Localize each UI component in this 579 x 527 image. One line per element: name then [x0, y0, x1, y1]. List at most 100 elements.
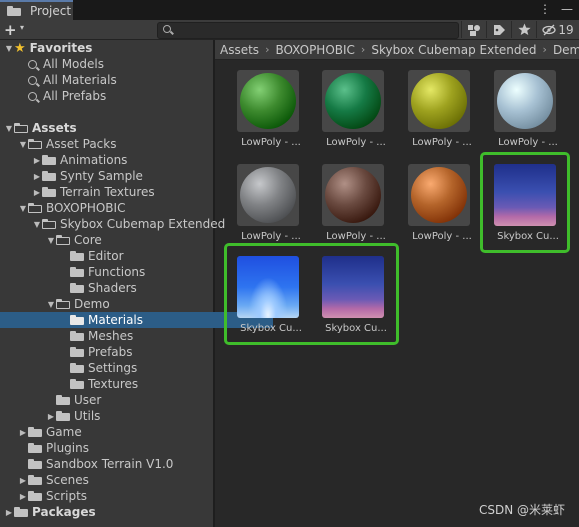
asset-grid: LowPoly - ... LowPoly - ... LowPoly - ... L… [215, 60, 579, 527]
folder-open-icon [28, 203, 42, 213]
expand-arrow-right-icon[interactable]: ▶ [18, 428, 28, 437]
breadcrumb-item[interactable]: BOXOPHOBIC [275, 43, 354, 57]
create-button[interactable]: + [4, 21, 17, 39]
tree-item-packages[interactable]: ▶ Packages [0, 504, 217, 520]
watermark: CSDN @米莱虾 [478, 503, 565, 517]
folder-icon [42, 171, 56, 181]
material-asset-lowpoly[interactable]: LowPoly - ... [231, 154, 313, 242]
expand-arrow-right-icon[interactable]: ▶ [32, 188, 42, 197]
tree-item-label: Scenes [46, 473, 89, 487]
breadcrumb-item[interactable]: Demo [553, 43, 579, 57]
tree-item-boxophobic[interactable]: ▼ BOXOPHOBIC [0, 200, 231, 216]
tree-item-all-prefabs[interactable]: All Prefabs [0, 88, 241, 104]
tree-item-asset-packs[interactable]: ▼ Asset Packs [0, 136, 231, 152]
tree-item-label: Settings [88, 361, 138, 375]
search-input[interactable] [157, 22, 459, 39]
tree-item-game[interactable]: ▶ Game [0, 424, 231, 440]
folder-tree-sidebar: ▼ ★ Favorites All Models All Materials All Pr… [0, 40, 273, 527]
breadcrumb-separator-icon: › [360, 43, 366, 56]
tree-item-label: Scripts [46, 489, 88, 503]
more-options-button[interactable]: ⋮ [539, 2, 551, 16]
annotation-highlight-box [480, 152, 570, 253]
folder-icon [28, 459, 42, 469]
expand-arrow-down-icon[interactable]: ▼ [18, 204, 28, 213]
folder-icon [70, 347, 84, 357]
expand-arrow-down-icon[interactable]: ▼ [4, 124, 14, 133]
tree-item-assets[interactable]: ▼ Assets [0, 120, 217, 136]
folder-icon [56, 411, 70, 421]
expand-arrow-down-icon[interactable]: ▼ [18, 140, 28, 149]
tree-item-plugins[interactable]: Plugins [0, 440, 231, 456]
asset-thumbnail [322, 70, 384, 132]
project-tab[interactable]: Project [0, 0, 73, 20]
tree-item-synty-sample[interactable]: ▶ Synty Sample [0, 168, 245, 184]
minimize-button[interactable]: — [561, 2, 573, 16]
asset-thumbnail [494, 70, 556, 132]
asset-label: LowPoly - ... [412, 137, 472, 148]
tree-item-label: Packages [32, 505, 96, 519]
tree-item-scenes[interactable]: ▶ Scenes [0, 472, 231, 488]
tree-item-label: Synty Sample [60, 169, 143, 183]
tree-item-label: User [74, 393, 102, 407]
expand-arrow-right-icon[interactable]: ▶ [4, 508, 14, 517]
expand-arrow-right-icon[interactable]: ▶ [18, 476, 28, 485]
tree-item-label: Asset Packs [46, 137, 117, 151]
material-asset-lowpoly[interactable]: LowPoly - ... [316, 60, 398, 148]
folder-icon [42, 187, 56, 197]
tree-item-label: Skybox Cubemap Extended [60, 217, 226, 231]
tree-item-animations[interactable]: ▶ Animations [0, 152, 245, 168]
tree-item-all-models[interactable]: All Models [0, 56, 241, 72]
search-by-type-button[interactable] [461, 21, 486, 38]
breadcrumb-item[interactable]: Assets [220, 43, 259, 57]
material-sphere-preview [325, 73, 381, 129]
create-dropdown-icon[interactable]: ▾ [20, 23, 24, 32]
tree-item-label: BOXOPHOBIC [46, 201, 126, 215]
asset-label: LowPoly - ... [326, 231, 386, 242]
expand-arrow-right-icon[interactable]: ▶ [18, 492, 28, 501]
favorite-star-icon [517, 23, 531, 35]
material-asset-lowpoly[interactable]: LowPoly - ... [402, 60, 484, 148]
tree-item-scripts[interactable]: ▶ Scripts [0, 488, 231, 504]
material-asset-lowpoly[interactable]: LowPoly - ... [231, 60, 313, 148]
tree-item-all-materials[interactable]: All Materials [0, 72, 241, 88]
asset-label: LowPoly - ... [498, 137, 558, 148]
tree-item-skybox-cubemap-extended[interactable]: ▼ Skybox Cubemap Extended [0, 216, 245, 232]
folder-icon [70, 363, 84, 373]
tree-item-label: Plugins [46, 441, 89, 455]
material-sphere-preview [497, 73, 553, 129]
expand-arrow-down-icon[interactable]: ▼ [46, 300, 56, 309]
folder-icon [70, 283, 84, 293]
folder-open-icon [56, 235, 70, 245]
tree-item-sandbox-terrain-v1-0[interactable]: Sandbox Terrain V1.0 [0, 456, 231, 472]
material-sphere-preview [325, 167, 381, 223]
saved-search-icon [28, 59, 37, 69]
tree-item-favorites[interactable]: ▼ ★ Favorites [0, 40, 217, 56]
asset-label: LowPoly - ... [241, 137, 301, 148]
project-toolbar: + ▾ 19 [0, 20, 579, 40]
favorite-button[interactable] [511, 21, 536, 38]
expand-arrow-right-icon[interactable]: ▶ [32, 172, 42, 181]
material-asset-lowpoly[interactable]: LowPoly - ... [402, 154, 484, 242]
annotation-highlight-box [224, 243, 399, 345]
expand-arrow-right-icon[interactable]: ▶ [32, 156, 42, 165]
breadcrumb: Assets › BOXOPHOBIC › Skybox Cubemap Extende… [215, 40, 579, 60]
expand-arrow-right-icon[interactable]: ▶ [46, 412, 56, 421]
tree-item-label: Utils [74, 409, 101, 423]
expand-arrow-down-icon[interactable]: ▼ [4, 44, 14, 53]
search-by-label-button[interactable] [486, 21, 511, 38]
asset-label: LowPoly - ... [412, 231, 472, 242]
material-asset-lowpoly[interactable]: LowPoly - ... [316, 154, 398, 242]
breadcrumb-item[interactable]: Skybox Cubemap Extended [371, 43, 536, 57]
folder-icon [28, 443, 42, 453]
tree-item-label: Favorites [29, 41, 93, 55]
expand-arrow-down-icon[interactable]: ▼ [32, 220, 42, 229]
tree-item-label: Game [46, 425, 82, 439]
search-by-type-icon [468, 24, 480, 36]
folder-icon [70, 379, 84, 389]
material-sphere-preview [240, 73, 296, 129]
expand-arrow-down-icon[interactable]: ▼ [46, 236, 56, 245]
hidden-packages-button[interactable]: 19 [536, 21, 579, 38]
material-asset-lowpoly[interactable]: LowPoly - ... [488, 60, 570, 148]
tree-item-terrain-textures[interactable]: ▶ Terrain Textures [0, 184, 245, 200]
folder-icon [70, 267, 84, 277]
